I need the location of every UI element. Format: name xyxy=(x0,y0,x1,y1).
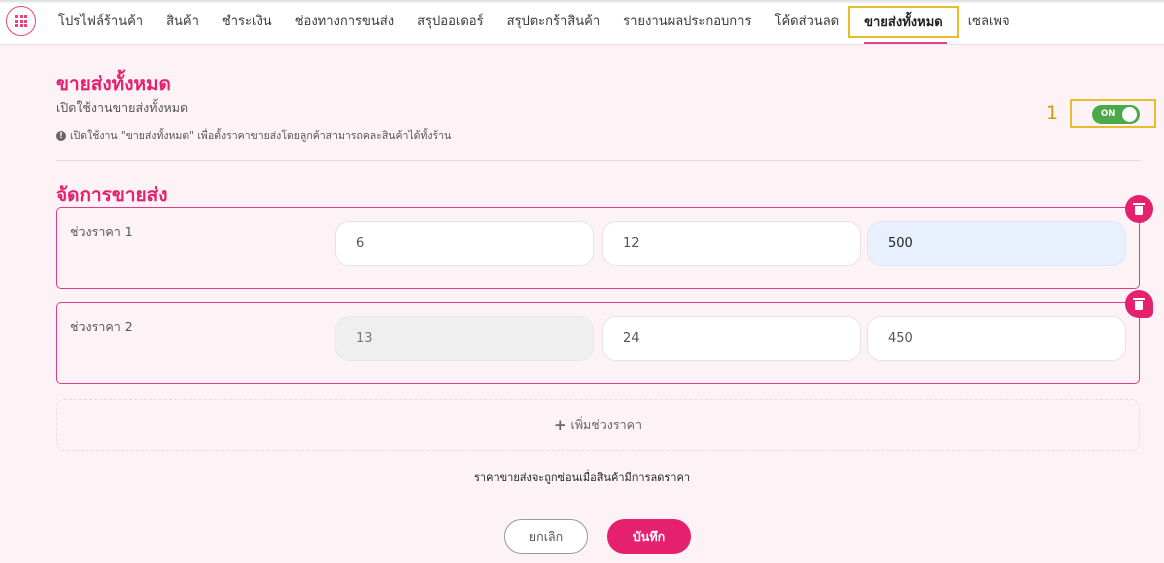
tab-performance-report[interactable]: รายงานผลประกอบการ xyxy=(623,0,751,44)
tier-2-price-input[interactable] xyxy=(867,316,1126,361)
tab-wholesale-all[interactable]: ขายส่งทั้งหมด xyxy=(848,6,959,44)
tier-1-min-quantity-input[interactable] xyxy=(335,221,594,266)
price-tier-2: ช่วงราคา 2 xyxy=(56,290,1153,384)
nav-tabs: โปรไฟล์ร้านค้า สินค้า ชำระเงิน ช่องทางกา… xyxy=(58,0,1033,44)
tab-shipping[interactable]: ช่องทางการขนส่ง xyxy=(295,0,394,44)
tier-1-price-input[interactable] xyxy=(867,221,1126,266)
grid-icon xyxy=(15,15,27,27)
tab-cart-summary[interactable]: สรุปตะกร้าสินค้า xyxy=(507,0,601,44)
tab-sales-page[interactable]: เซลเพจ xyxy=(968,0,1010,44)
tab-discount-codes[interactable]: โค้ดส่วนลด xyxy=(774,0,839,44)
delete-tier-1-button[interactable] xyxy=(1125,195,1153,223)
price-tier-label: ช่วงราคา 1 xyxy=(70,224,133,239)
info-icon: ! xyxy=(56,130,66,141)
page-title: ขายส่งทั้งหมด xyxy=(56,73,171,95)
annotation-number: 1 xyxy=(1046,102,1059,124)
toggle-on-label: ON xyxy=(1101,109,1116,119)
tier-1-max-quantity-input[interactable] xyxy=(602,221,861,266)
top-navigation-bar: โปรไฟล์ร้านค้า สินค้า ชำระเงิน ช่องทางกา… xyxy=(0,0,1164,45)
tier-2-min-quantity-input xyxy=(335,316,594,361)
tab-shop-profile[interactable]: โปรไฟล์ร้านค้า xyxy=(58,0,143,44)
trash-icon xyxy=(1133,202,1145,215)
enable-wholesale-label: เปิดใช้งานขายส่งทั้งหมด xyxy=(56,100,189,115)
tier-2-max-quantity-input[interactable] xyxy=(602,316,861,361)
delete-tier-2-button[interactable] xyxy=(1125,290,1153,318)
app-menu-button[interactable] xyxy=(6,6,36,36)
trash-icon xyxy=(1133,297,1145,310)
wholesale-toggle-switch[interactable]: ON xyxy=(1092,105,1140,124)
info-note: ! เปิดใช้งาน "ขายส่งทั้งหมด" เพื่อตั้งรา… xyxy=(56,127,451,144)
annotation-highlight-toggle: ON xyxy=(1070,99,1156,128)
tab-payment[interactable]: ชำระเงิน xyxy=(222,0,272,44)
info-note-text: เปิดใช้งาน "ขายส่งทั้งหมด" เพื่อตั้งราคา… xyxy=(70,130,452,142)
add-price-tier-label: เพิ่มช่วงราคา xyxy=(570,417,643,432)
tab-products[interactable]: สินค้า xyxy=(166,0,199,44)
discount-hide-hint: ราคาขายส่งจะถูกซ่อนเมื่อสินค้ามีการลดราค… xyxy=(474,471,690,484)
tab-order-summary[interactable]: สรุปออเดอร์ xyxy=(417,0,483,44)
save-button[interactable]: บันทึก xyxy=(607,519,691,554)
add-price-tier-button[interactable]: + เพิ่มช่วงราคา xyxy=(56,399,1140,451)
section-divider xyxy=(56,160,1140,161)
price-tier-label: ช่วงราคา 2 xyxy=(70,319,133,334)
toggle-knob xyxy=(1122,107,1137,122)
plus-icon: + xyxy=(553,416,567,434)
price-tier-1: ช่วงราคา 1 xyxy=(56,195,1153,289)
cancel-button[interactable]: ยกเลิก xyxy=(504,519,588,554)
manage-wholesale-title: จัดการขายส่ง xyxy=(56,184,168,206)
